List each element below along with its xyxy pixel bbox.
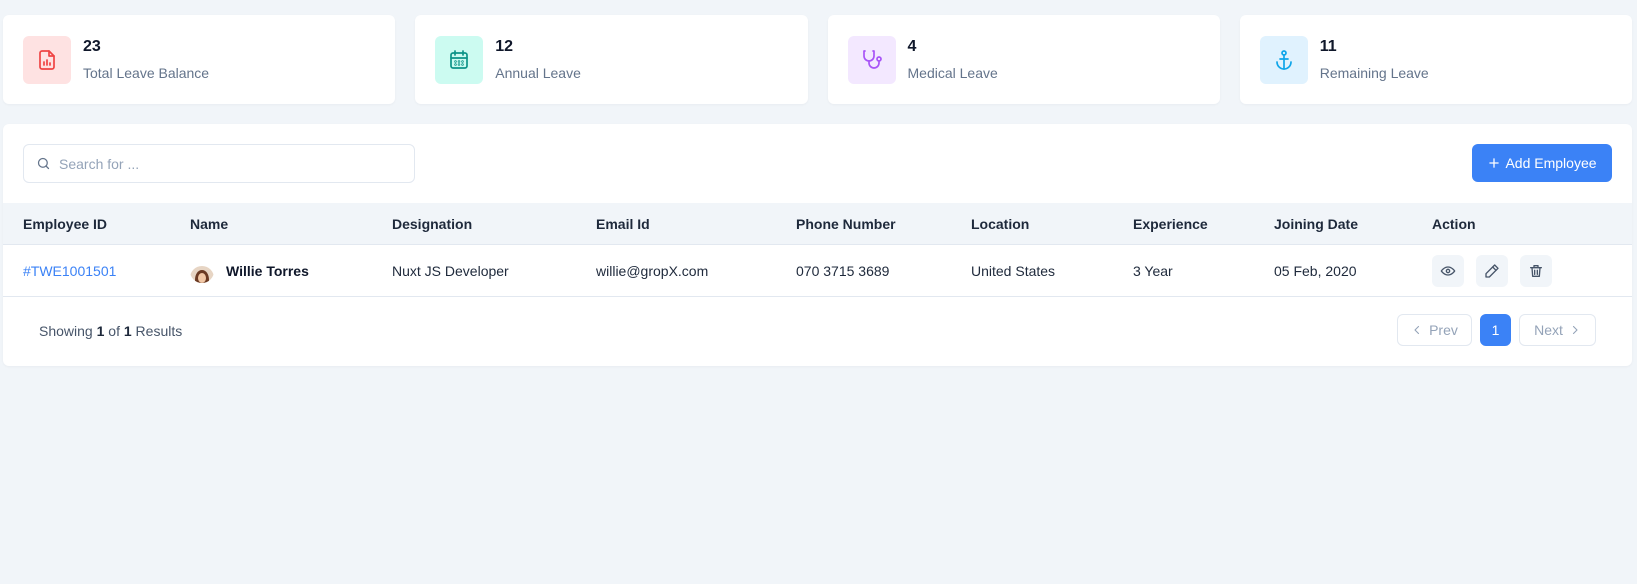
plus-icon — [1489, 158, 1500, 168]
table-row: #TWE1001501 Willie Torres Nuxt JS Develo… — [3, 245, 1632, 297]
table-header: Employee ID Name Designation Email Id Ph… — [3, 203, 1632, 245]
stat-value: 12 — [495, 38, 514, 55]
avatar — [190, 259, 214, 283]
chevron-left-icon — [1414, 325, 1420, 335]
trash-icon — [1530, 265, 1542, 277]
employee-panel: Add Employee Employee ID Name Designatio… — [3, 124, 1632, 366]
edit-button[interactable] — [1476, 255, 1508, 287]
col-experience[interactable]: Experience — [1133, 203, 1208, 245]
phone-cell: 070 3715 3689 — [796, 263, 890, 279]
eye-icon — [1440, 266, 1456, 276]
stat-value: 11 — [1319, 38, 1337, 55]
col-employee-id[interactable]: Employee ID — [23, 203, 107, 245]
action-cell — [1432, 245, 1552, 297]
calendar-icon — [435, 35, 484, 84]
results-summary: Showing 1 of 1 Results — [39, 298, 182, 364]
page-1-button[interactable]: 1 — [1480, 314, 1511, 346]
next-page-button[interactable]: Next — [1519, 314, 1596, 346]
stat-card-medical-leave: 4 Medical Leave — [827, 15, 1220, 104]
results-text: Results — [135, 323, 183, 339]
stat-value: 23 — [83, 38, 101, 55]
add-employee-button[interactable]: Add Employee — [1472, 144, 1612, 182]
col-joining-date[interactable]: Joining Date — [1274, 203, 1358, 245]
experience-cell: 3 Year — [1133, 263, 1173, 279]
add-employee-label: Add Employee — [1505, 155, 1597, 171]
file-chart-icon — [23, 35, 71, 84]
designation-cell: Nuxt JS Developer — [392, 263, 509, 279]
chevron-right-icon — [1572, 325, 1578, 335]
showing-text: Showing — [39, 323, 93, 339]
view-button[interactable] — [1432, 255, 1464, 287]
col-phone[interactable]: Phone Number — [796, 203, 896, 245]
stats-row: 23 Total Leave Balance 12 Annual Leave 4… — [3, 15, 1632, 104]
email-cell: willie@gropX.com — [596, 263, 709, 279]
stethoscope-icon — [847, 35, 896, 84]
stat-card-total-leave: 23 Total Leave Balance — [3, 15, 396, 104]
prev-label: Prev — [1429, 322, 1458, 338]
employee-name: Willie Torres — [226, 263, 309, 279]
col-action: Action — [1432, 216, 1476, 232]
search-icon — [37, 157, 50, 170]
employee-id-link[interactable]: #TWE1001501 — [23, 245, 116, 297]
employee-name-cell: Willie Torres — [190, 245, 309, 297]
next-label: Next — [1534, 322, 1563, 338]
stat-value: 4 — [907, 38, 917, 55]
stat-card-annual-leave: 12 Annual Leave — [415, 15, 808, 104]
col-email[interactable]: Email Id — [596, 203, 650, 245]
total-count: 1 — [123, 323, 132, 339]
stat-label: Remaining Leave — [1319, 65, 1429, 81]
prev-page-button[interactable]: Prev — [1397, 314, 1472, 346]
shown-count: 1 — [96, 323, 105, 339]
location-cell: United States — [971, 263, 1056, 279]
stat-label: Annual Leave — [495, 65, 581, 81]
stat-label: Medical Leave — [907, 65, 998, 81]
search-input[interactable] — [59, 155, 389, 172]
pencil-icon — [1485, 264, 1499, 278]
col-name[interactable]: Name — [190, 203, 228, 245]
stat-card-remaining-leave: 11 Remaining Leave — [1239, 15, 1632, 104]
joining-date-cell: 05 Feb, 2020 — [1274, 263, 1357, 279]
anchor-icon — [1259, 35, 1308, 84]
delete-button[interactable] — [1520, 255, 1552, 287]
col-location[interactable]: Location — [971, 203, 1029, 245]
stat-label: Total Leave Balance — [83, 65, 210, 81]
pagination: Prev 1 Next — [1397, 314, 1596, 346]
search-box[interactable] — [23, 144, 415, 183]
col-designation[interactable]: Designation — [392, 203, 472, 245]
of-text: of — [108, 323, 120, 339]
